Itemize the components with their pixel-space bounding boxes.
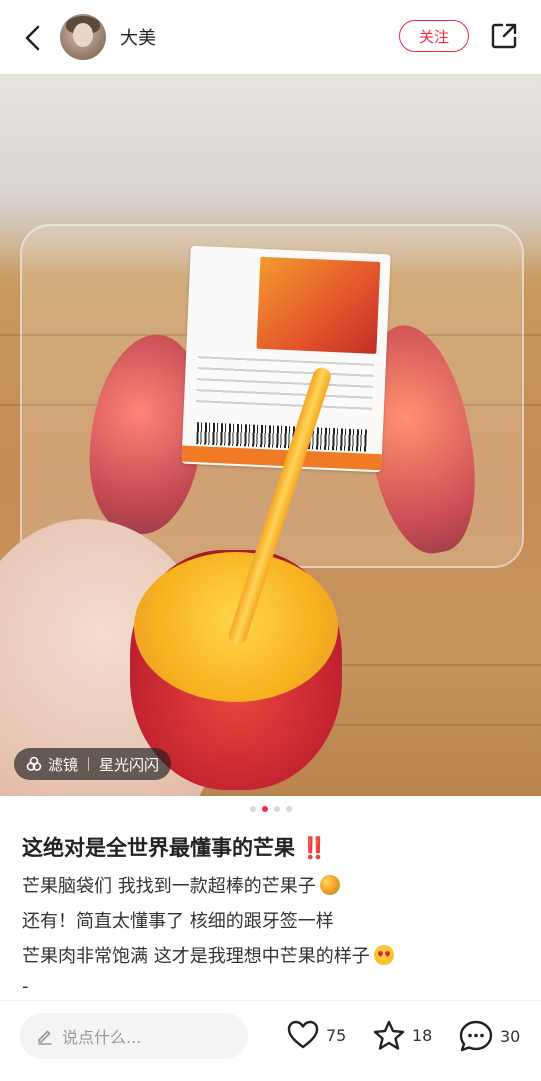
carousel-dot: [249, 806, 256, 812]
heart-eyes-emoji-icon: [373, 945, 394, 965]
double-exclamation-icon: ‼️: [301, 836, 328, 860]
post-line: 芒果肉非常饱满 这才是我理想中芒果的样子: [22, 942, 394, 968]
back-arrow-icon[interactable]: [18, 22, 46, 54]
filter-name: 星光闪闪: [99, 755, 160, 774]
follow-button[interactable]: 关注: [399, 20, 469, 52]
share-icon[interactable]: [488, 20, 520, 52]
post-title-text: 这绝对是全世界最懂事的芒果: [22, 836, 295, 860]
post-line-text: 芒果脑袋们 我找到一款超棒的芒果子: [22, 876, 316, 897]
post-title: 这绝对是全世界最懂事的芒果 ‼️: [22, 832, 327, 862]
collect-count: 18: [412, 1025, 433, 1045]
comment-count: 30: [500, 1026, 521, 1046]
pencil-icon: [38, 1030, 52, 1045]
comment-placeholder: 说点什么...: [62, 1028, 142, 1047]
filter-tag[interactable]: 滤镜 星光闪闪: [14, 748, 172, 780]
username[interactable]: 大美: [120, 24, 156, 50]
heart-icon: [287, 1020, 319, 1049]
carousel-dot: [273, 806, 280, 812]
filter-label: 滤镜: [48, 755, 79, 774]
post-line-text: 芒果肉非常饱满 这才是我理想中芒果的样子: [22, 946, 370, 967]
post-line-text: 还有！简直太懂事了 核细的跟牙签一样: [22, 911, 334, 932]
star-icon: [373, 1020, 405, 1050]
mango-emoji-icon: [319, 875, 340, 895]
collect-button[interactable]: 18: [372, 1019, 432, 1051]
post-photo[interactable]: 滤镜 星光闪闪: [0, 74, 541, 796]
like-button[interactable]: 75: [286, 1019, 346, 1051]
filter-icon: [26, 756, 42, 771]
top-bar: 大美 关注: [0, 0, 541, 74]
like-count: 75: [326, 1025, 347, 1045]
carousel-dot: [285, 806, 292, 812]
comment-button[interactable]: 30: [458, 1019, 520, 1053]
comment-input[interactable]: 说点什么...: [20, 1013, 248, 1059]
post-line: 还有！简直太懂事了 核细的跟牙签一样: [22, 907, 334, 933]
product-label: [181, 245, 391, 473]
bottom-bar: 说点什么... 75 18 30: [0, 1000, 541, 1081]
carousel-indicator: [0, 806, 541, 812]
carousel-dot-active: [261, 806, 268, 812]
post-line: 芒果脑袋们 我找到一款超棒的芒果子: [22, 872, 340, 898]
avatar[interactable]: [60, 14, 106, 60]
post-tail: -: [22, 976, 29, 997]
comment-bubble-icon: [459, 1020, 493, 1052]
